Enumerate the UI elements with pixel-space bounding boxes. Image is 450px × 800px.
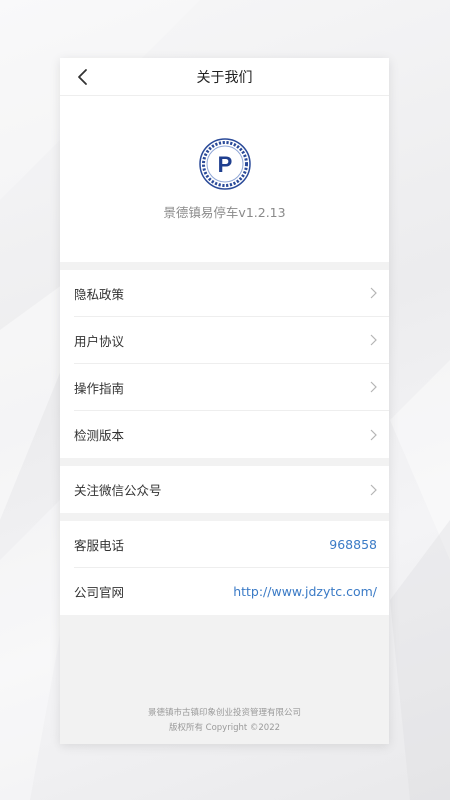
menu-item-operation-guide[interactable]: 操作指南 bbox=[74, 364, 389, 411]
footer: 景德镇市古镇印象创业投资管理有限公司 版权所有 Copyright ©2022 bbox=[60, 706, 389, 736]
app-info-header: P 景德镇易停车v1.2.13 bbox=[60, 96, 389, 262]
chevron-right-icon bbox=[370, 484, 377, 495]
back-button[interactable] bbox=[68, 62, 98, 92]
menu-item-check-version[interactable]: 检测版本 bbox=[74, 411, 389, 458]
menu-group-policies: 隐私政策 用户协议 操作指南 检测版本 bbox=[60, 270, 389, 458]
chevron-right-icon bbox=[370, 429, 377, 440]
chevron-right-icon bbox=[370, 381, 377, 393]
page-title: 关于我们 bbox=[196, 69, 253, 86]
chevron-right-icon bbox=[370, 334, 377, 346]
menu-item-label: 用户协议 bbox=[74, 333, 125, 349]
svg-text:P: P bbox=[217, 152, 232, 177]
app-name-version: 景德镇易停车v1.2.13 bbox=[163, 205, 286, 220]
menu-item-label: 隐私政策 bbox=[74, 286, 125, 302]
contact-label-phone: 客服电话 bbox=[74, 537, 125, 553]
chevron-right-icon bbox=[370, 287, 377, 299]
company-website-link[interactable]: http://www.jdzytc.com/ bbox=[233, 584, 377, 599]
back-arrow-icon bbox=[78, 69, 87, 85]
footer-copyright: 版权所有 Copyright ©2022 bbox=[168, 723, 281, 733]
contact-row-website[interactable]: 公司官网 http://www.jdzytc.com/ bbox=[74, 568, 389, 615]
menu-item-label: 关注微信公众号 bbox=[74, 483, 162, 498]
menu-item-label: 检测版本 bbox=[74, 428, 125, 443]
contact-row-phone[interactable]: 客服电话 968858 bbox=[74, 521, 389, 568]
menu-item-label: 操作指南 bbox=[74, 380, 125, 396]
menu-item-follow-wechat[interactable]: 关注微信公众号 bbox=[74, 466, 389, 513]
navbar: 关于我们 bbox=[60, 58, 389, 96]
menu-group-wechat: 关注微信公众号 bbox=[60, 466, 389, 513]
customer-service-phone-link[interactable]: 968858 bbox=[329, 537, 377, 552]
parking-logo-icon: P bbox=[198, 138, 251, 190]
menu-item-user-agreement[interactable]: 用户协议 bbox=[74, 317, 389, 364]
app-screen: 关于我们 P 景德镇易停车v1.2.13 隐私政策 用户协议 操作指南 检测版本 bbox=[60, 58, 389, 744]
contact-group: 客服电话 968858 公司官网 http://www.jdzytc.com/ bbox=[60, 521, 389, 615]
menu-item-privacy-policy[interactable]: 隐私政策 bbox=[74, 270, 389, 317]
footer-company-name: 景德镇市古镇印象创业投资管理有限公司 bbox=[147, 708, 301, 718]
contact-label-website: 公司官网 bbox=[74, 585, 125, 600]
